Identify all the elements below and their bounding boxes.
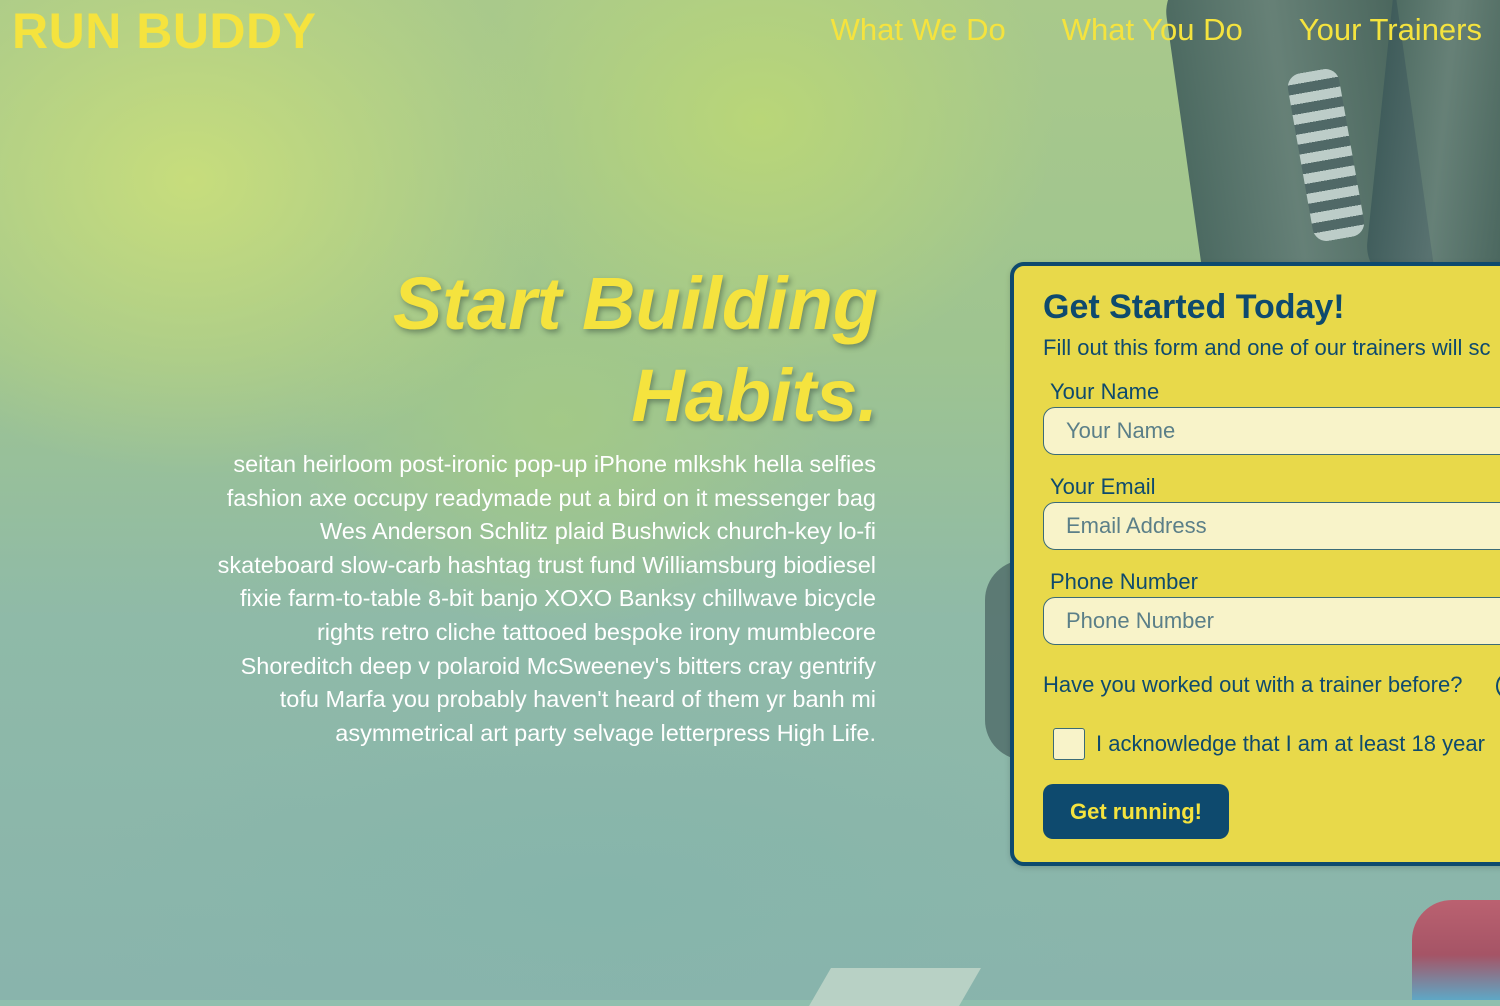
- name-input[interactable]: [1043, 407, 1500, 455]
- hero-headline-line2: Habits.: [631, 354, 878, 437]
- nav-link-your-trainers[interactable]: Your Trainers: [1299, 12, 1482, 48]
- form-title: Get Started Today!: [1043, 288, 1345, 326]
- trainer-question: Have you worked out with a trainer befor…: [1043, 672, 1463, 697]
- age-acknowledge-label: I acknowledge that I am at least 18 year: [1096, 731, 1485, 756]
- hero-headline: Start Building Habits.: [238, 258, 878, 442]
- signup-form-card: Get Started Today! Fill out this form an…: [1010, 262, 1500, 866]
- hero-headline-line1: Start Building: [392, 262, 878, 345]
- age-checkbox[interactable]: [1053, 728, 1085, 760]
- runner-shoe-image: [1412, 900, 1500, 1000]
- name-label: Your Name: [1050, 379, 1160, 404]
- hero-body-text: seitan heirloom post-ironic pop-up iPhon…: [217, 451, 876, 746]
- form-subtitle: Fill out this form and one of our traine…: [1043, 335, 1491, 360]
- get-running-button[interactable]: Get running!: [1043, 784, 1229, 839]
- email-label: Your Email: [1050, 474, 1156, 499]
- main-nav: What We Do What You Do Your Trainers: [831, 12, 1482, 48]
- email-input[interactable]: [1043, 502, 1500, 550]
- nav-link-what-we-do[interactable]: What We Do: [831, 12, 1006, 48]
- nav-link-what-you-do[interactable]: What You Do: [1062, 12, 1243, 48]
- phone-label: Phone Number: [1050, 569, 1198, 594]
- brand-logo[interactable]: RUN BUDDY: [12, 2, 317, 60]
- road-marking: [809, 968, 981, 1006]
- trainer-radio-button[interactable]: [1496, 672, 1500, 700]
- phone-input[interactable]: [1043, 597, 1500, 645]
